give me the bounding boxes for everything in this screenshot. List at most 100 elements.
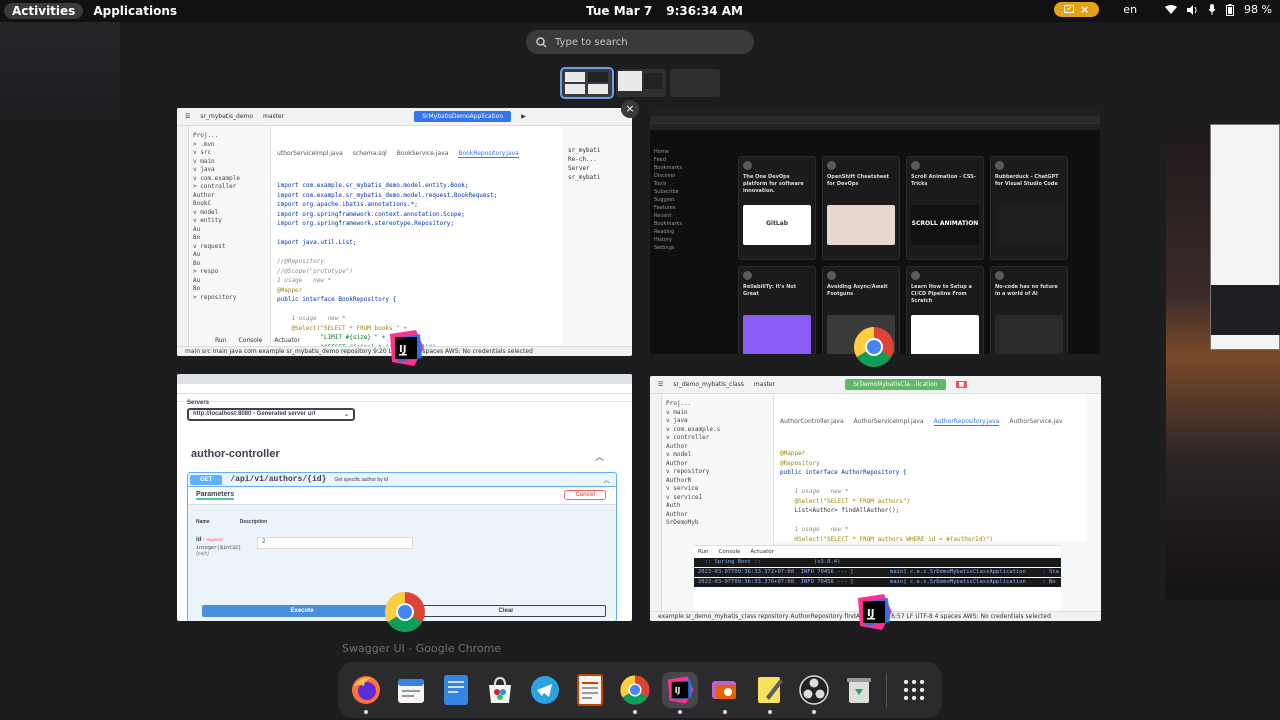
editor-tab[interactable]: BookRepository.java xyxy=(458,149,519,158)
window-swagger-ui[interactable]: Servers http://localhost:8080 - Generate… xyxy=(177,374,632,621)
project-name[interactable]: sr_mybatis_demo xyxy=(200,113,253,120)
feed-card[interactable]: OpenShift Cheatsheet for DevOps xyxy=(822,156,900,260)
editor-tab[interactable]: AuthorService.jav xyxy=(1009,417,1062,426)
server-select[interactable]: http://localhost:8080 - Generated server… xyxy=(187,408,355,421)
clear-button[interactable]: Clear xyxy=(406,605,606,617)
editor-tab[interactable]: schema.sql xyxy=(353,149,387,158)
close-window-icon[interactable]: × xyxy=(621,100,639,118)
wifi-icon[interactable] xyxy=(1165,4,1178,15)
code-line: public interface BookRepository { xyxy=(277,296,397,303)
code-editor[interactable]: uthorServiceImpl.java schema.sql BookServi… xyxy=(271,126,562,346)
dock-obs-studio[interactable] xyxy=(796,672,832,714)
feed-card[interactable]: Scroll Animation - CSS-Tricks SCROLL ANIM… xyxy=(906,156,984,260)
search-input[interactable]: Type to search xyxy=(555,37,628,48)
editor-tab[interactable]: AuthorServiceImpl.java xyxy=(854,417,924,426)
browser-tab-bar[interactable] xyxy=(650,108,1100,116)
telegram-icon xyxy=(531,676,560,704)
activities-button[interactable]: Activities xyxy=(4,3,84,19)
workspace-thumbnail-2[interactable] xyxy=(616,69,666,97)
browser-tab-bar[interactable] xyxy=(177,374,632,384)
dock-calendar[interactable] xyxy=(393,672,429,708)
dock-trash[interactable] xyxy=(841,672,877,708)
browser-address-bar[interactable] xyxy=(650,116,1100,124)
dock-software[interactable] xyxy=(483,672,519,708)
keyboard-language[interactable]: en xyxy=(1123,3,1137,16)
dock-document-viewer[interactable] xyxy=(572,672,608,708)
workspace-thumbnail-1[interactable] xyxy=(560,67,614,99)
adjacent-window-thumbnail[interactable] xyxy=(1210,124,1280,350)
operation-header[interactable]: GET /api/v1/authors/{id} Get specific au… xyxy=(188,473,616,487)
controller-title[interactable]: author-controller xyxy=(191,448,280,460)
console-tab[interactable]: Run xyxy=(698,549,709,555)
id-input[interactable]: 2 xyxy=(257,537,414,549)
dock-screenshot[interactable] xyxy=(707,672,743,714)
dock-notes[interactable] xyxy=(752,672,788,714)
applications-menu[interactable]: Applications xyxy=(93,4,177,18)
dock-text-editor[interactable] xyxy=(438,672,474,708)
run-configuration[interactable]: SrMybatisDemoApplication xyxy=(414,111,512,122)
indicator-close-icon[interactable]: × xyxy=(1080,3,1089,16)
branch-name[interactable]: master xyxy=(263,113,284,120)
feed-card[interactable]: No-code has no future in a world of AI xyxy=(990,266,1068,354)
console-tab[interactable]: Actuator xyxy=(750,549,774,555)
browser-address-bar[interactable] xyxy=(177,384,632,394)
dock-firefox[interactable] xyxy=(348,672,384,714)
editor-tab[interactable]: AuthorRepository.java xyxy=(933,417,1000,426)
window-intellij-author-repository[interactable]: ☰ sr_demo_mybatis_class master SrDemoMyb… xyxy=(650,376,1101,621)
bookmarks-bar[interactable] xyxy=(177,394,632,402)
editor-tab[interactable]: AuthorController.java xyxy=(780,417,844,426)
menu-icon[interactable]: ☰ xyxy=(658,381,663,388)
bookmarks-bar[interactable] xyxy=(650,124,1100,130)
column-description: Description xyxy=(239,519,268,525)
branch-name[interactable]: master xyxy=(754,381,775,388)
clock[interactable]: Tue Mar 7 9:36:34 AM xyxy=(586,4,743,18)
window-intellij-book-repository[interactable]: ☰ sr_mybatis_demo master SrMybatisDemoAp… xyxy=(177,108,632,356)
screen-recording-indicator[interactable]: × xyxy=(1054,2,1100,17)
chevron-up-icon[interactable]: ︿ xyxy=(595,450,604,463)
menu-icon[interactable]: ☰ xyxy=(185,113,190,120)
structure-pane[interactable]: sr_mybati Re-ch... Server sr_mybati xyxy=(562,126,632,346)
feed-card-image-label: SCROLL ANIMATION xyxy=(911,220,979,227)
tool-window-strip[interactable] xyxy=(650,394,662,611)
endpoint-path: /api/v1/authors/{id} xyxy=(230,475,327,484)
stop-icon[interactable]: ■ xyxy=(955,381,968,388)
code-editor[interactable]: AuthorController.java AuthorServiceImpl.j… xyxy=(774,394,1087,541)
project-tree[interactable]: Proj... > .mvn v src v main v java v com.e… xyxy=(189,126,271,346)
feed-card[interactable]: Learn How to Setup a CI/CD Pipeline From… xyxy=(906,266,984,354)
dock-intellij-idea[interactable]: IJ xyxy=(661,672,698,714)
structure-item: sr_mybati xyxy=(568,147,601,154)
code-line: @Select("SELECT * FROM authors WHERE id … xyxy=(780,535,994,542)
trash-icon xyxy=(847,678,872,703)
dock-show-applications[interactable] xyxy=(896,672,932,708)
code-line: 1 usage new * xyxy=(780,526,849,533)
adjacent-workspace-preview[interactable] xyxy=(1166,124,1280,600)
chevron-up-icon[interactable]: ︿ xyxy=(603,475,610,485)
tool-window-strip[interactable] xyxy=(177,126,189,346)
dock-google-chrome[interactable] xyxy=(617,672,653,714)
editor-tab[interactable]: uthorServiceImpl.java xyxy=(277,149,343,158)
run-configuration[interactable]: SrDemoMybatisCla...lication xyxy=(845,379,946,390)
editor-tab[interactable]: BookService.java xyxy=(397,149,449,158)
tool-tab[interactable]: Run xyxy=(215,337,227,344)
project-name[interactable]: sr_demo_mybatis_class xyxy=(673,381,744,388)
tool-tab[interactable]: Console xyxy=(239,337,263,344)
dock-telegram[interactable] xyxy=(527,672,563,708)
parameters-header: Parameters Cancel xyxy=(188,487,616,505)
battery-icon[interactable] xyxy=(1226,3,1235,16)
microphone-icon[interactable] xyxy=(1208,4,1216,15)
window-chrome-daily-feed[interactable]: Home Feed Bookmarks Discover Tools Subscribe S… xyxy=(650,108,1100,354)
cancel-button[interactable]: Cancel xyxy=(564,490,606,500)
volume-icon[interactable] xyxy=(1187,4,1198,15)
console-tab[interactable]: Console xyxy=(719,549,741,555)
execute-button[interactable]: Execute xyxy=(202,605,402,617)
dock: IJ xyxy=(338,662,942,718)
feed-card[interactable]: Rubberduck - ChatGPT for Visual Studio C… xyxy=(990,156,1068,260)
feed-card[interactable]: The One DevOps platform for software inn… xyxy=(738,156,816,260)
project-tree-item: > respo xyxy=(193,268,219,275)
workspace-thumbnail-3[interactable] xyxy=(670,69,720,97)
overview-search[interactable]: Type to search xyxy=(526,30,754,54)
tool-tab[interactable]: Actuator xyxy=(274,337,300,344)
feed-card[interactable]: ReliabiliTy: It's Not Great xyxy=(738,266,816,354)
run-icon[interactable]: ▶ xyxy=(521,113,526,120)
